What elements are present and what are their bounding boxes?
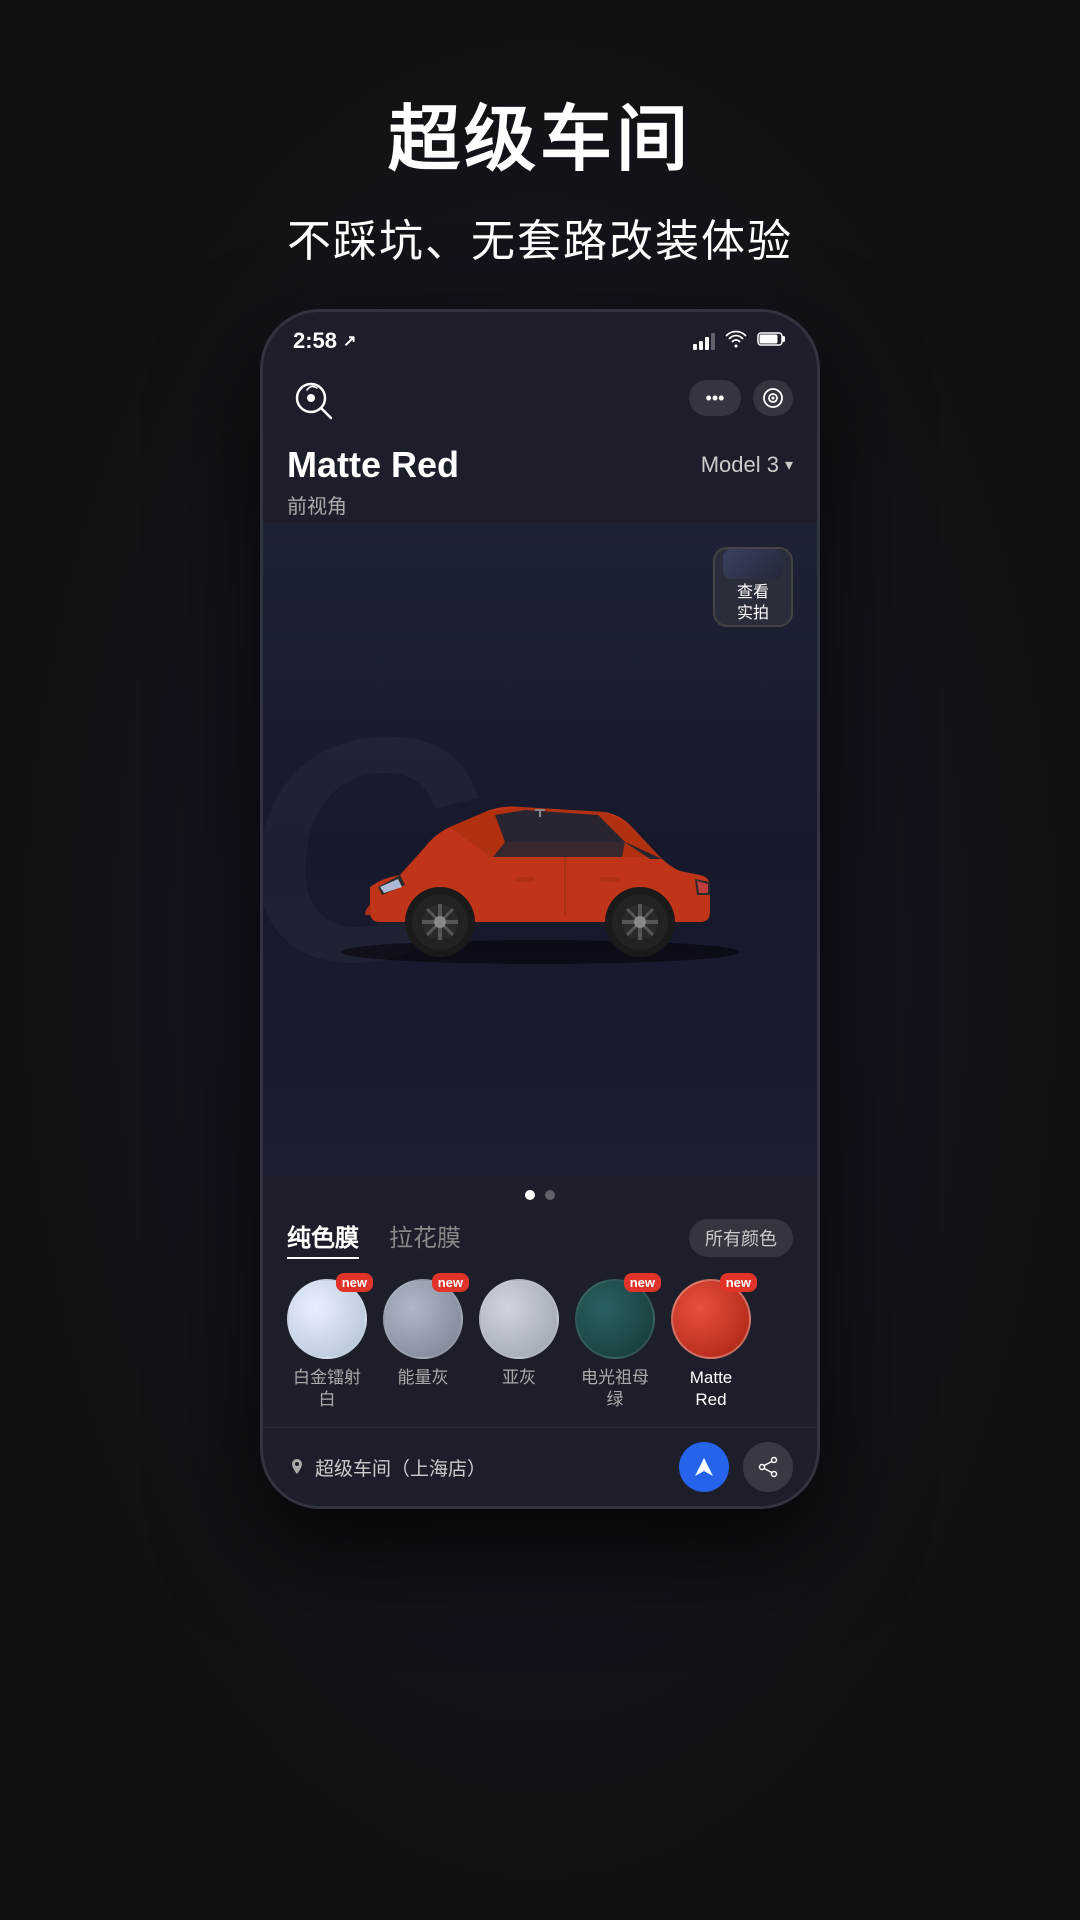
swatch-wrapper-green: new <box>575 1279 655 1359</box>
new-badge-green: new <box>624 1273 661 1292</box>
pagination-dot-2 <box>545 1190 555 1200</box>
car-info: Matte Red 前视角 Model 3 ▾ <box>263 434 817 523</box>
navigate-button[interactable] <box>679 1442 729 1492</box>
page-subtitle: 不踩坑、无套路改装体验 <box>287 205 793 269</box>
signal-icon <box>693 332 715 350</box>
signal-bar-4 <box>711 333 715 350</box>
location-arrow-icon: ↗ <box>343 331 356 351</box>
battery-icon <box>757 331 787 352</box>
chevron-down-icon: ▾ <box>785 455 793 475</box>
all-colors-button[interactable]: 所有颜色 <box>689 1219 793 1257</box>
color-item-red[interactable]: new MatteRed <box>671 1279 751 1411</box>
app-bar: ••• <box>263 362 817 434</box>
color-item-green[interactable]: new 电光祖母绿 <box>575 1279 655 1411</box>
swatch-wrapper-silver <box>479 1279 559 1359</box>
wifi-icon <box>725 330 747 353</box>
tab-pattern-film[interactable]: 拉花膜 <box>389 1218 461 1259</box>
new-badge-white: new <box>336 1273 373 1292</box>
shop-name: 超级车间（上海店） <box>315 1454 486 1481</box>
swatch-wrapper-gray: new <box>383 1279 463 1359</box>
color-label-red: MatteRed <box>690 1367 733 1411</box>
swatch-silver <box>479 1279 559 1359</box>
phone-frame: 2:58 ↗ <box>260 309 820 1509</box>
status-time: 2:58 ↗ <box>293 328 356 354</box>
status-icons <box>693 330 787 353</box>
signal-bar-3 <box>705 337 709 350</box>
new-badge-red: new <box>720 1273 757 1292</box>
share-icon <box>757 1456 779 1478</box>
pagination <box>263 1176 817 1208</box>
color-label-gray: 能量灰 <box>398 1367 449 1389</box>
color-swatches: new 白金镭射白 new 能量灰 亚灰 new 电光祖母绿 <box>263 1269 817 1427</box>
bottom-nav-buttons <box>679 1442 793 1492</box>
model-label: Model 3 <box>701 452 779 478</box>
color-label-white: 白金镭射白 <box>293 1367 361 1411</box>
target-button[interactable] <box>753 380 793 416</box>
car-image <box>310 747 770 972</box>
location-pin-icon <box>287 1457 307 1477</box>
app-logo[interactable] <box>287 372 339 424</box>
app-bar-right: ••• <box>689 380 793 416</box>
film-tabs: 纯色膜 拉花膜 所有颜色 <box>263 1208 817 1269</box>
swatch-wrapper-red: new <box>671 1279 751 1359</box>
signal-bar-2 <box>699 341 703 350</box>
shop-info: 超级车间（上海店） <box>287 1454 486 1481</box>
real-photo-button[interactable]: 查看实拍 <box>713 547 793 627</box>
share-button[interactable] <box>743 1442 793 1492</box>
car-display: C 查看实拍 <box>263 523 817 1176</box>
header-section: 超级车间 不踩坑、无套路改装体验 <box>287 0 793 269</box>
page-title: 超级车间 <box>287 80 793 185</box>
model-selector[interactable]: Model 3 ▾ <box>701 452 793 478</box>
swatch-wrapper-white: new <box>287 1279 367 1359</box>
time-display: 2:58 <box>293 328 337 354</box>
color-label-green: 电光祖母绿 <box>581 1367 649 1411</box>
film-tab-group: 纯色膜 拉花膜 <box>287 1218 461 1259</box>
tab-solid-film[interactable]: 纯色膜 <box>287 1218 359 1259</box>
car-angle: 前视角 <box>287 490 459 519</box>
color-item-gray[interactable]: new 能量灰 <box>383 1279 463 1411</box>
car-name-section: Matte Red 前视角 <box>287 444 459 519</box>
bottom-bar: 超级车间（上海店） <box>263 1427 817 1506</box>
navigate-icon <box>693 1456 715 1478</box>
pagination-dot-1 <box>525 1190 535 1200</box>
new-badge-gray: new <box>432 1273 469 1292</box>
real-photo-label: 查看实拍 <box>737 583 769 625</box>
car-name: Matte Red <box>287 444 459 486</box>
color-item-silver[interactable]: 亚灰 <box>479 1279 559 1411</box>
status-bar: 2:58 ↗ <box>263 312 817 362</box>
more-button[interactable]: ••• <box>689 380 741 416</box>
signal-bar-1 <box>693 344 697 350</box>
color-label-silver: 亚灰 <box>502 1367 536 1389</box>
color-item-white[interactable]: new 白金镭射白 <box>287 1279 367 1411</box>
